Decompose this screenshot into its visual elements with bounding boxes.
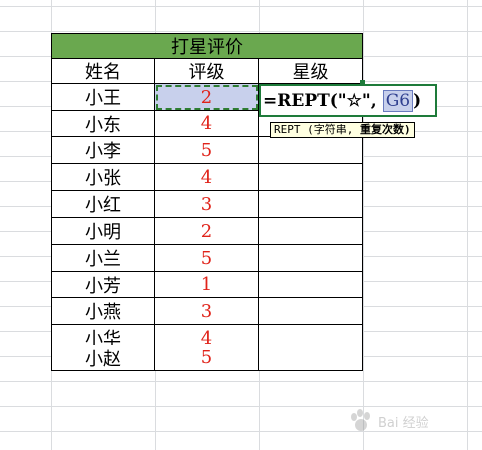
stars-cell[interactable]	[259, 245, 363, 272]
name-cell[interactable]: 小赵	[51, 345, 155, 371]
name-cell[interactable]: 小燕	[51, 298, 155, 325]
stars-cell[interactable]	[259, 137, 363, 164]
name-cell[interactable]: 小红	[51, 191, 155, 218]
function-tooltip: REPT (字符串, 重复次数)	[270, 122, 415, 138]
stars-cell[interactable]	[259, 272, 363, 298]
tooltip-arg2: 重复次数)	[360, 123, 411, 136]
stars-cell[interactable]	[259, 345, 363, 371]
name-cell[interactable]: 小李	[51, 137, 155, 164]
rating-cell[interactable]: 1	[155, 272, 259, 298]
spreadsheet[interactable]: 打星评价 姓名 评级 星级 小王 2 小东 4 小李 5 小张 4 小红 3 小…	[0, 0, 482, 450]
rating-cell[interactable]: 4	[155, 164, 259, 191]
watermark: Bai 经验	[348, 406, 468, 436]
rating-cell[interactable]: 4	[155, 111, 259, 137]
stars-cell[interactable]	[259, 218, 363, 245]
header-name[interactable]: 姓名	[51, 59, 155, 84]
formula-close-paren: )	[413, 90, 422, 111]
name-cell[interactable]: 小芳	[51, 272, 155, 298]
name-cell[interactable]: 小张	[51, 164, 155, 191]
watermark-text: Bai 经验	[378, 415, 429, 431]
fill-handle[interactable]	[360, 80, 365, 85]
header-stars[interactable]: 星级	[259, 59, 363, 84]
name-cell[interactable]: 小王	[51, 84, 155, 111]
header-rating[interactable]: 评级	[155, 59, 259, 84]
formula-cell-reference[interactable]: G6	[382, 89, 414, 112]
rating-cell[interactable]: 5	[155, 137, 259, 164]
tooltip-arg1: (字符串,	[307, 123, 354, 136]
stars-cell[interactable]	[259, 298, 363, 325]
rating-cell[interactable]: 3	[155, 298, 259, 325]
formula-text: =REPT("☆",	[263, 90, 377, 111]
rating-cell[interactable]: 2	[155, 218, 259, 245]
stars-cell[interactable]	[259, 191, 363, 218]
rating-cell[interactable]: 3	[155, 191, 259, 218]
name-cell[interactable]: 小兰	[51, 245, 155, 272]
paw-icon	[351, 409, 370, 431]
stars-cell[interactable]	[259, 164, 363, 191]
formula-input-cell[interactable]: =REPT("☆", G6 )	[259, 84, 437, 117]
title-cell[interactable]: 打星评价	[51, 33, 363, 59]
name-cell[interactable]: 小明	[51, 218, 155, 245]
rating-cell[interactable]: 5	[155, 345, 259, 371]
rating-cell-selected[interactable]: 2	[155, 84, 259, 111]
rating-cell[interactable]: 5	[155, 245, 259, 272]
tooltip-function-name: REPT	[274, 123, 301, 136]
name-cell[interactable]: 小东	[51, 111, 155, 137]
